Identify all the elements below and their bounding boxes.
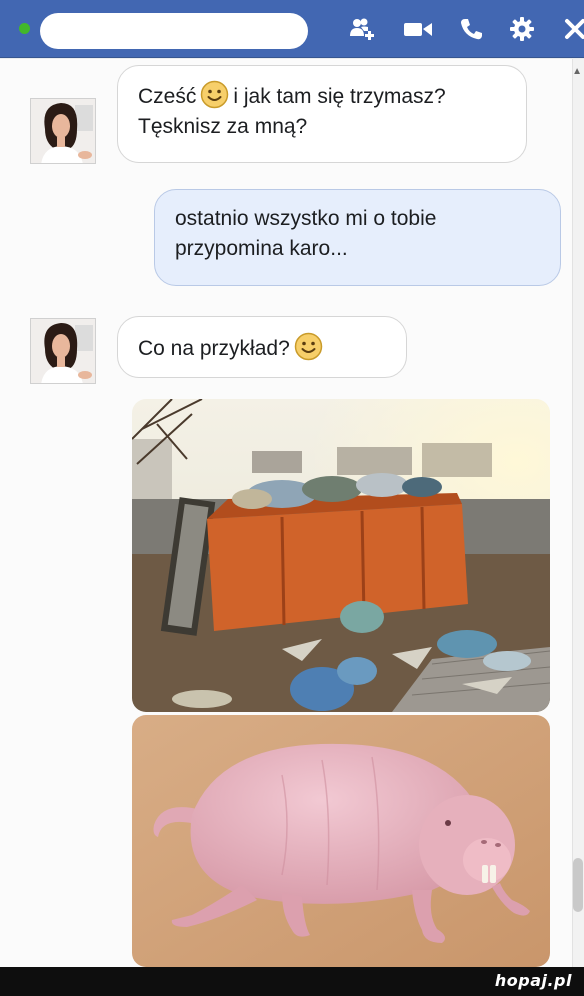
avatar[interactable] [30,318,96,384]
message-text: Co na przykład? [138,337,290,360]
message-list[interactable]: Cześć i jak tam się trzymasz? Tęsknisz z… [0,59,584,967]
message-bubble-received[interactable]: Cześć i jak tam się trzymasz? Tęsknisz z… [117,65,527,163]
chat-header [0,0,584,58]
smiley-emoji-icon [200,80,229,109]
smiley-emoji-icon [294,332,323,361]
scroll-up-arrow-icon[interactable]: ▲ [572,66,582,77]
gear-icon[interactable] [507,14,537,44]
video-call-icon[interactable] [403,14,433,44]
avatar[interactable] [30,98,96,164]
message-bubble-received[interactable]: Co na przykład? [117,316,407,378]
add-friend-icon[interactable] [348,14,378,44]
phone-call-icon[interactable] [456,14,486,44]
footer-bar: hopaj.pl [0,967,584,996]
contact-name[interactable] [40,13,308,49]
message-bubble-sent[interactable]: ostatnio wszystko mi o tobie przypomina … [154,189,561,286]
watermark: hopaj.pl [494,971,572,990]
photo-attachment-dumpster[interactable] [132,399,550,712]
scrollbar-thumb[interactable] [573,858,583,912]
close-icon[interactable] [560,14,584,44]
scrollbar[interactable] [572,59,584,967]
online-status-dot [19,23,30,34]
photo-attachment-naked-mole-rat[interactable] [132,715,550,967]
message-text: Cześć [138,85,197,108]
message-text: ostatnio wszystko mi o tobie przypomina … [175,207,437,260]
